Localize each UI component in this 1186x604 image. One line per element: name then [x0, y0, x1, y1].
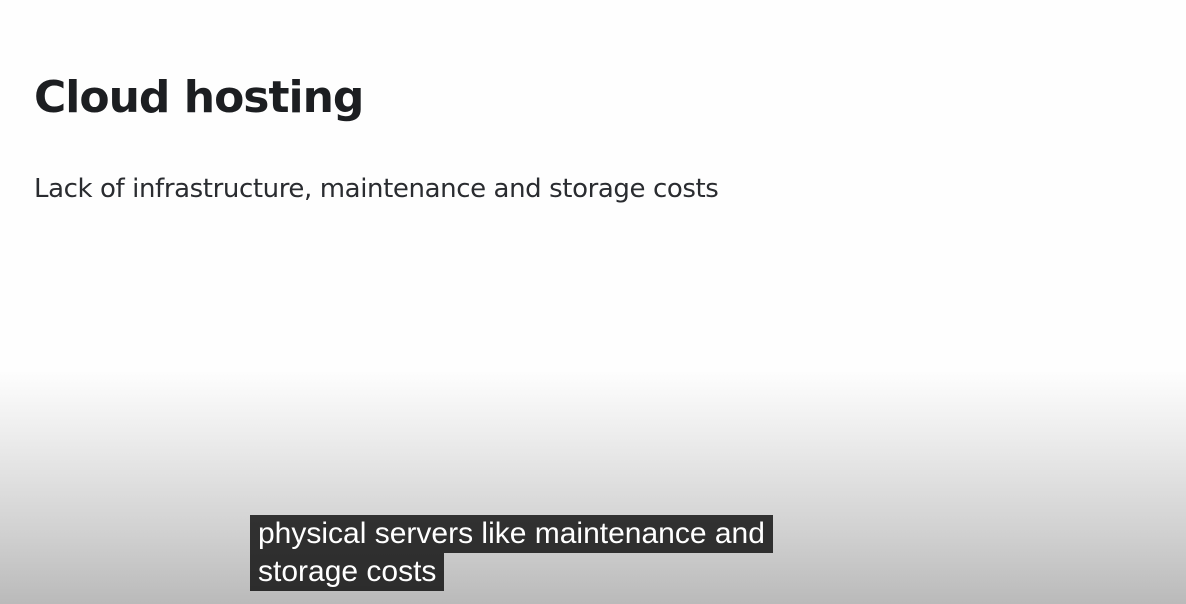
caption-line-1: physical servers like maintenance and: [250, 515, 773, 553]
video-player[interactable]: Cloud hosting Lack of infrastructure, ma…: [0, 0, 1186, 604]
slide-title: Cloud hosting: [34, 72, 364, 123]
closed-captions: physical servers like maintenance and st…: [250, 515, 773, 591]
caption-line-2: storage costs: [250, 553, 445, 591]
slide-subtitle: Lack of infrastructure, maintenance and …: [34, 174, 719, 204]
